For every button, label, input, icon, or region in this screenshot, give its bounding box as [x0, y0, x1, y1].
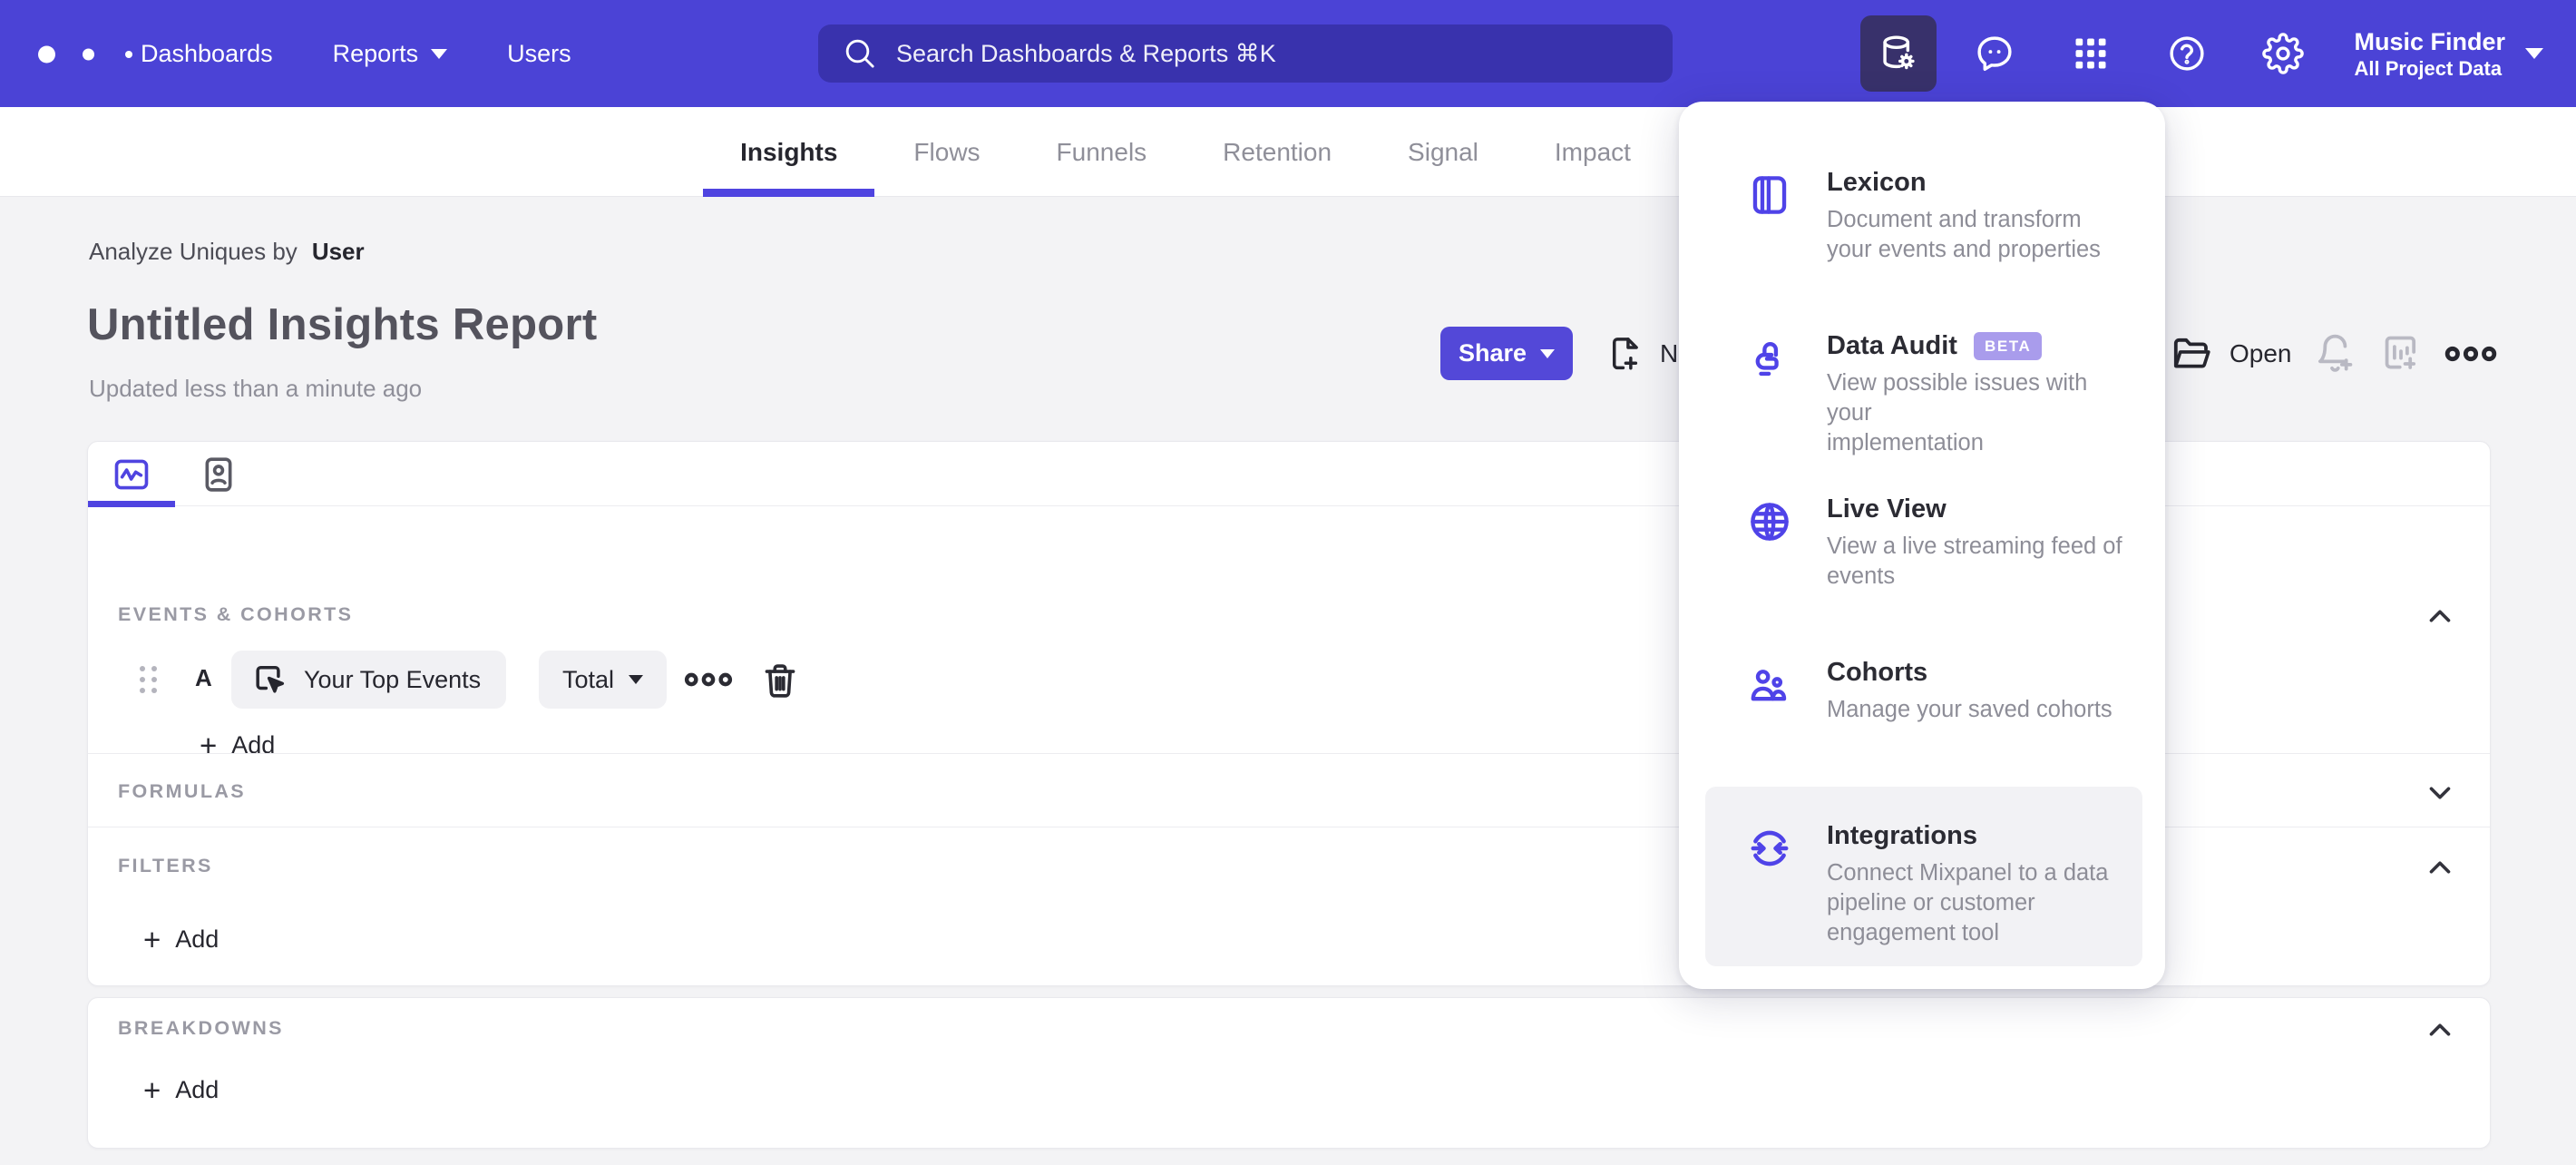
- pulse-chart-icon: [111, 454, 152, 495]
- menu-item-cohorts[interactable]: Cohorts Manage your saved cohorts: [1705, 623, 2142, 787]
- gear-icon: [2262, 33, 2305, 74]
- menu-item-title: Data Audit: [1827, 331, 1957, 360]
- lexicon-book-icon: [1746, 168, 1827, 297]
- event-selector-label: Your Top Events: [304, 665, 482, 693]
- help-icon: [2166, 33, 2208, 74]
- menu-item-description: Manage your saved cohorts: [1827, 697, 2113, 722]
- section-label-filters: FILTERS: [118, 855, 213, 876]
- delete-event-button[interactable]: [759, 660, 801, 701]
- beta-badge: BETA: [1973, 332, 2043, 360]
- collapse-filters-button[interactable]: [2423, 850, 2457, 885]
- plus-icon: +: [143, 922, 161, 956]
- aggregation-label: Total: [562, 665, 615, 693]
- primary-nav: Dashboards Reports Users: [141, 0, 571, 107]
- collapse-events-button[interactable]: [2423, 599, 2457, 633]
- search-icon: [842, 35, 878, 72]
- bell-plus-icon: [2313, 331, 2358, 377]
- tab-retention[interactable]: Retention: [1223, 107, 1332, 197]
- section-label-formulas: FORMULAS: [118, 780, 247, 802]
- profile-card-icon: [198, 454, 239, 495]
- chevron-down-icon: [2525, 48, 2543, 59]
- help-button[interactable]: [2149, 15, 2225, 92]
- globe-icon: [1746, 494, 1827, 623]
- more-horizontal-icon: [2442, 334, 2500, 374]
- top-navigation-bar: Dashboards Reports Users Search Dashboar…: [0, 0, 2576, 107]
- analyze-uniques-line: Analyze Uniques by User: [89, 238, 365, 266]
- menu-item-data-audit[interactable]: Data Audit BETA View possible issues wit…: [1705, 297, 2142, 460]
- event-selector[interactable]: Your Top Events: [231, 651, 507, 709]
- tab-insights[interactable]: Insights: [702, 107, 875, 197]
- folder-open-icon: [2170, 332, 2213, 376]
- share-button[interactable]: Share: [1440, 327, 1573, 380]
- data-management-button[interactable]: [1860, 15, 1937, 92]
- report-actions: Share New Open: [0, 327, 2576, 381]
- aggregation-selector[interactable]: Total: [539, 651, 668, 709]
- nav-reports[interactable]: Reports: [333, 40, 448, 68]
- tab-impact[interactable]: Impact: [1555, 107, 1631, 197]
- nav-dashboards[interactable]: Dashboards: [141, 40, 273, 68]
- project-switcher[interactable]: Music Finder All Project Data: [2354, 27, 2543, 81]
- tab-flows[interactable]: Flows: [913, 107, 980, 197]
- event-row-more-button[interactable]: [682, 660, 735, 700]
- tab-signal[interactable]: Signal: [1408, 107, 1478, 197]
- analyze-entity-selector[interactable]: User: [312, 238, 365, 265]
- integrations-sync-icon: [1746, 821, 1827, 966]
- menu-item-description: View a live streaming feed of events: [1827, 534, 2122, 589]
- breakdowns-section: BREAKDOWNS + Add: [88, 998, 2490, 1148]
- add-chart-button[interactable]: [2378, 327, 2424, 380]
- menu-item-description: Document and transform your events and pr…: [1827, 207, 2101, 262]
- open-report-button[interactable]: Open: [2170, 327, 2292, 380]
- global-search[interactable]: [818, 24, 1673, 83]
- apps-button[interactable]: [2053, 15, 2129, 92]
- chevron-down-icon: [431, 48, 448, 59]
- plus-icon: +: [143, 1072, 161, 1107]
- section-label-events: EVENTS & COHORTS: [118, 603, 354, 625]
- section-label-breakdowns: BREAKDOWNS: [118, 1017, 284, 1039]
- report-tabbar: Insights Flows Funnels Retention Signal …: [0, 107, 2576, 197]
- data-management-menu: Lexicon Document and transform your event…: [1679, 102, 2165, 989]
- tab-events-view[interactable]: [88, 442, 175, 507]
- add-filter-button[interactable]: + Add: [143, 922, 219, 956]
- menu-item-title: Live View: [1827, 494, 1947, 524]
- tab-funnels[interactable]: Funnels: [1057, 107, 1147, 197]
- menu-item-title: Cohorts: [1827, 658, 1928, 687]
- menu-item-title: Lexicon: [1827, 168, 1927, 197]
- chevron-down-icon: [629, 675, 644, 684]
- speech-bubble-icon: [1974, 33, 2015, 74]
- chevron-down-icon: [1540, 348, 1556, 358]
- settings-button[interactable]: [2245, 15, 2321, 92]
- alert-bell-button[interactable]: [2313, 327, 2358, 380]
- database-gear-icon: [1878, 33, 1919, 74]
- grid-apps-icon: [2071, 34, 2111, 73]
- project-name: Music Finder: [2354, 27, 2505, 55]
- collapse-breakdowns-button[interactable]: [2423, 1013, 2457, 1047]
- menu-item-integrations[interactable]: Integrations Connect Mixpanel to a data p…: [1705, 787, 2142, 966]
- menu-item-live-view[interactable]: Live View View a live streaming feed of e…: [1705, 460, 2142, 623]
- drag-handle[interactable]: [140, 666, 160, 695]
- project-scope: All Project Data: [2354, 56, 2503, 80]
- mixpanel-logo[interactable]: [38, 43, 138, 66]
- event-click-icon: [249, 660, 289, 700]
- data-audit-lock-icon: [1746, 331, 1827, 460]
- menu-item-description: Connect Mixpanel to a data pipeline or cu…: [1827, 860, 2109, 945]
- event-row-letter: A: [195, 664, 212, 691]
- tab-profiles-view[interactable]: [175, 442, 262, 506]
- chart-plus-icon: [2378, 331, 2424, 377]
- menu-item-description: View possible issues with your implementa…: [1827, 370, 2088, 455]
- feedback-button[interactable]: [1956, 15, 2033, 92]
- add-breakdown-button[interactable]: + Add: [143, 1072, 219, 1107]
- nav-users[interactable]: Users: [507, 40, 571, 68]
- nav-right-controls: Music Finder All Project Data: [1860, 0, 2543, 107]
- menu-item-title: Integrations: [1827, 821, 1977, 850]
- analyze-prefix: Analyze Uniques by: [89, 238, 298, 265]
- breakdowns-card: BREAKDOWNS + Add: [87, 997, 2491, 1149]
- cohorts-people-icon: [1746, 658, 1827, 787]
- more-actions-button[interactable]: [2442, 327, 2500, 380]
- menu-item-lexicon[interactable]: Lexicon Document and transform your event…: [1705, 133, 2142, 297]
- expand-formulas-button[interactable]: [2423, 776, 2457, 810]
- document-plus-icon: [1605, 334, 1645, 374]
- search-input[interactable]: [896, 39, 1586, 68]
